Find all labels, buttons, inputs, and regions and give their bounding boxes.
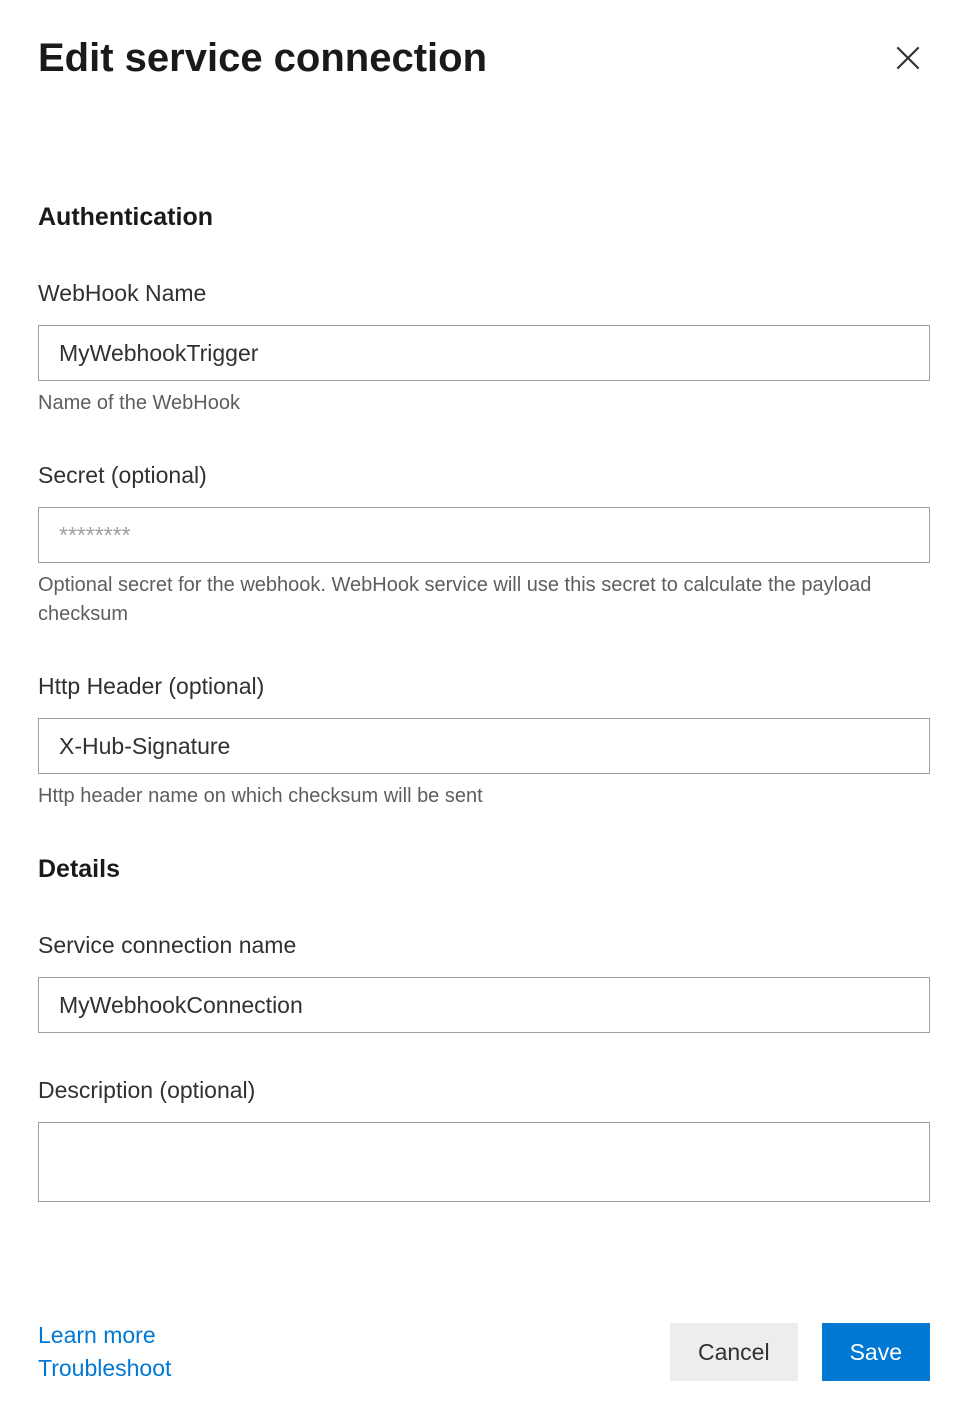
connection-name-label: Service connection name xyxy=(38,932,930,959)
http-header-field-group: Http Header (optional) Http header name … xyxy=(38,673,930,811)
secret-field-group: Secret (optional) Optional secret for th… xyxy=(38,462,930,629)
connection-name-field-group: Service connection name xyxy=(38,932,930,1033)
webhook-name-help: Name of the WebHook xyxy=(38,389,930,418)
description-input[interactable] xyxy=(38,1122,930,1202)
learn-more-link[interactable]: Learn more xyxy=(38,1322,171,1349)
close-button[interactable] xyxy=(886,36,930,83)
webhook-name-field-group: WebHook Name Name of the WebHook xyxy=(38,280,930,418)
authentication-heading: Authentication xyxy=(38,203,930,232)
footer-buttons: Cancel Save xyxy=(670,1323,930,1381)
footer-links: Learn more Troubleshoot xyxy=(38,1322,171,1382)
details-heading: Details xyxy=(38,855,930,884)
page-title: Edit service connection xyxy=(38,36,487,81)
description-label: Description (optional) xyxy=(38,1077,930,1104)
connection-name-input[interactable] xyxy=(38,977,930,1033)
secret-input[interactable] xyxy=(38,507,930,563)
save-button[interactable]: Save xyxy=(822,1323,930,1381)
description-field-group: Description (optional) xyxy=(38,1077,930,1207)
secret-label: Secret (optional) xyxy=(38,462,930,489)
webhook-name-label: WebHook Name xyxy=(38,280,930,307)
cancel-button[interactable]: Cancel xyxy=(670,1323,798,1381)
troubleshoot-link[interactable]: Troubleshoot xyxy=(38,1355,171,1382)
form-scroll-area: Authentication WebHook Name Name of the … xyxy=(38,203,930,1302)
panel-footer: Learn more Troubleshoot Cancel Save xyxy=(38,1302,930,1412)
panel-header: Edit service connection xyxy=(38,36,930,83)
secret-help: Optional secret for the webhook. WebHook… xyxy=(38,571,930,629)
http-header-input[interactable] xyxy=(38,718,930,774)
http-header-help: Http header name on which checksum will … xyxy=(38,782,930,811)
edit-service-connection-panel: Edit service connection Authentication W… xyxy=(0,0,968,1412)
close-icon xyxy=(892,42,924,74)
http-header-label: Http Header (optional) xyxy=(38,673,930,700)
webhook-name-input[interactable] xyxy=(38,325,930,381)
